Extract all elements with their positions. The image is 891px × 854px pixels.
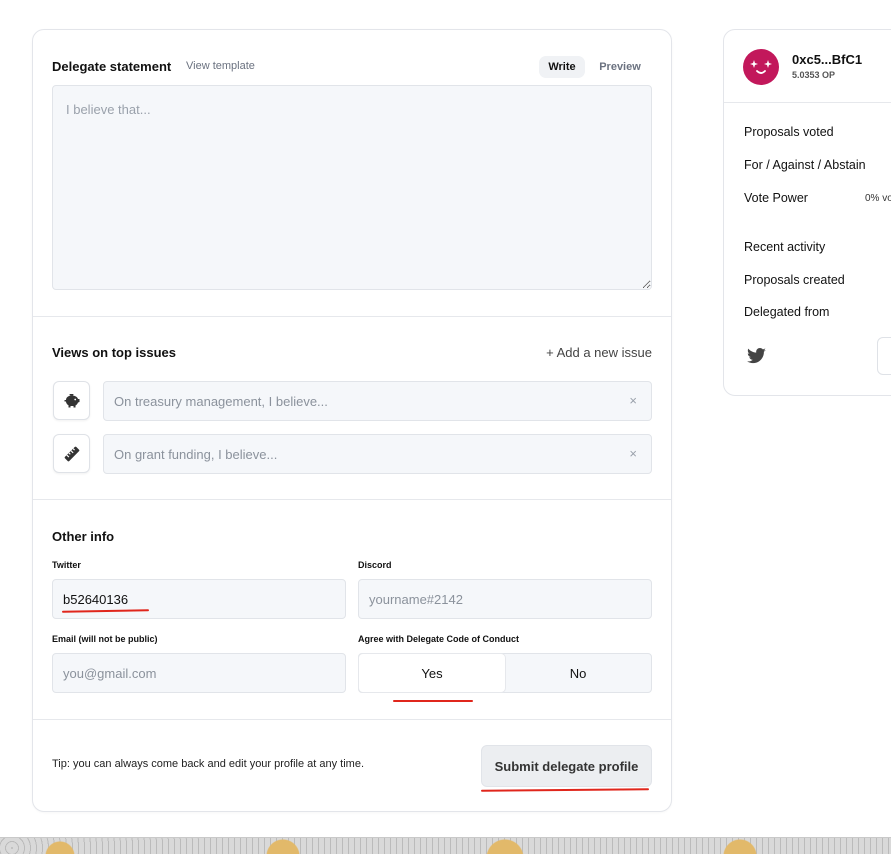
twitter-label: Twitter (52, 560, 81, 570)
tab-write[interactable]: Write (539, 56, 585, 78)
twitter-icon (747, 348, 766, 364)
code-of-conduct-toggle: Yes No (358, 653, 652, 693)
delegate-profile-preview-card: 0xc5...BfC1 5.0353 OP Proposals voted Fo… (723, 29, 891, 396)
delegate-statement-title: Delegate statement (52, 59, 172, 74)
issue-type-button-treasury[interactable] (53, 381, 90, 420)
issue-input-wrapper: × (103, 434, 652, 474)
stat-delegated-from: Delegated from (744, 305, 830, 319)
other-info-title: Other info (52, 529, 115, 544)
section-divider (724, 102, 891, 103)
vote-power-value: 0% vo (865, 193, 891, 204)
add-issue-button[interactable]: + Add a new issue (546, 345, 652, 360)
decorative-pattern-strip (0, 837, 891, 854)
stat-proposals-created: Proposals created (744, 273, 845, 287)
issue-type-button-grants[interactable] (53, 434, 90, 473)
code-of-conduct-label: Agree with Delegate Code of Conduct (358, 634, 520, 644)
piggy-bank-icon (64, 393, 79, 407)
conduct-yes-option[interactable]: Yes (359, 654, 505, 692)
conduct-no-option[interactable]: No (505, 654, 651, 692)
remove-issue-button[interactable]: × (629, 393, 637, 408)
email-label: Email (will not be public) (52, 634, 158, 644)
issue-input-wrapper: × (103, 381, 652, 421)
submit-delegate-profile-button[interactable]: Submit delegate profile (481, 745, 652, 787)
ruler-icon (64, 446, 79, 461)
section-divider (33, 316, 671, 317)
email-input[interactable] (52, 653, 346, 693)
twitter-input[interactable] (52, 579, 346, 619)
twitter-link[interactable] (746, 348, 767, 370)
delegate-profile-form: Delegate statement View template Write P… (32, 29, 672, 812)
stat-proposals-voted: Proposals voted (744, 125, 834, 139)
annotation-underline (393, 700, 473, 702)
discord-label: Discord (358, 560, 392, 570)
top-issues-title: Views on top issues (52, 345, 177, 360)
profile-action-button[interactable] (877, 337, 891, 375)
annotation-underline (480, 788, 650, 792)
wallet-address: 0xc5...BfC1 (792, 52, 863, 67)
section-divider (33, 719, 671, 720)
stat-vote-power: Vote Power (744, 191, 808, 205)
discord-input[interactable] (358, 579, 652, 619)
delegate-statement-textarea[interactable] (52, 85, 652, 290)
treasury-issue-input[interactable] (104, 382, 651, 420)
section-divider (33, 499, 671, 500)
stat-for-against-abstain: For / Against / Abstain (744, 158, 866, 172)
tip-text: Tip: you can always come back and edit y… (52, 758, 365, 770)
smiley-face-icon (750, 60, 772, 74)
avatar (743, 49, 779, 85)
view-template-link[interactable]: View template (186, 60, 255, 72)
op-balance: 5.0353 OP (792, 70, 836, 80)
stat-recent-activity: Recent activity (744, 240, 826, 254)
tab-preview[interactable]: Preview (594, 56, 646, 78)
remove-issue-button[interactable]: × (629, 446, 637, 461)
grant-funding-issue-input[interactable] (104, 435, 651, 473)
